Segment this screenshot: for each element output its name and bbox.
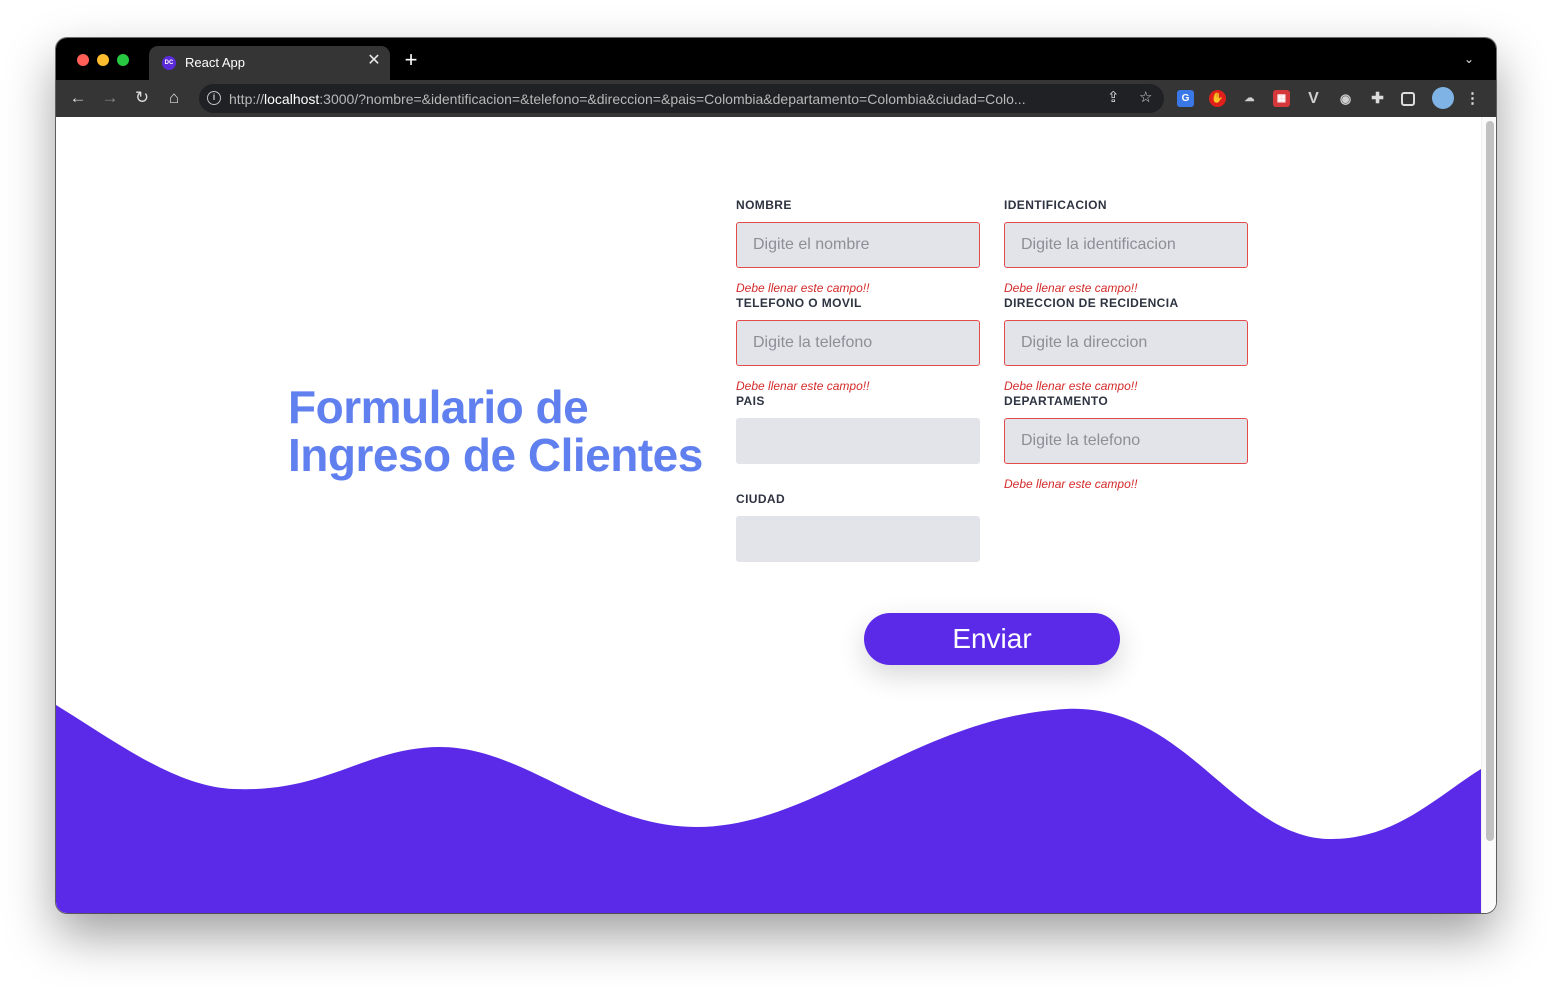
close-window-button[interactable] xyxy=(77,54,89,66)
tab-title: React App xyxy=(185,55,245,70)
menu-kebab-icon[interactable]: ⋮ xyxy=(1464,90,1481,107)
submit-button[interactable]: Enviar xyxy=(864,613,1120,665)
vue-devtools-extension-icon[interactable]: V xyxy=(1305,90,1322,107)
tab-search-chevron-icon[interactable]: ⌄ xyxy=(1464,52,1474,66)
page-title-line-1: Formulario de xyxy=(288,381,589,433)
minimize-window-button[interactable] xyxy=(97,54,109,66)
field-identificacion: IDENTIFICACION Digite la identificacion … xyxy=(1004,197,1248,295)
identificacion-input[interactable]: Digite la identificacion xyxy=(1004,222,1248,268)
close-tab-icon[interactable]: ✕ xyxy=(365,51,383,71)
bookmark-star-icon[interactable]: ☆ xyxy=(1139,89,1152,107)
grid-extension-icon[interactable]: ▦ xyxy=(1273,90,1290,107)
browser-tab[interactable]: DC React App ✕ xyxy=(149,46,390,80)
page-title: Formulario de Ingreso de Clientes xyxy=(288,383,748,479)
field-ciudad: CIUDAD xyxy=(736,491,980,562)
departamento-input[interactable]: Digite la telefono xyxy=(1004,418,1248,464)
react-favicon-icon: DC xyxy=(162,56,176,70)
identificacion-error-message: Debe llenar este campo!! xyxy=(1004,281,1138,295)
address-bar[interactable]: i http://localhost:3000/?nombre=&identif… xyxy=(199,84,1164,113)
identificacion-label: IDENTIFICACION xyxy=(1004,198,1107,212)
ciudad-label: CIUDAD xyxy=(736,492,786,506)
profile-avatar[interactable] xyxy=(1432,87,1454,109)
home-icon[interactable]: ⌂ xyxy=(162,87,186,109)
departamento-error-message: Debe llenar este campo!! xyxy=(1004,477,1138,491)
pais-select[interactable] xyxy=(736,418,980,464)
new-tab-icon[interactable]: + xyxy=(399,49,423,71)
site-info-icon[interactable]: i xyxy=(207,91,221,105)
browser-window: DC React App ✕ + ⌄ ← → ↻ ⌂ i http://loca… xyxy=(56,38,1496,913)
page-title-line-2: Ingreso de Clientes xyxy=(288,429,703,481)
field-pais: PAIS xyxy=(736,393,980,464)
reload-icon[interactable]: ↻ xyxy=(130,87,154,109)
direccion-input[interactable]: Digite la direccion xyxy=(1004,320,1248,366)
nombre-label: NOMBRE xyxy=(736,198,792,212)
direccion-error-message: Debe llenar este campo!! xyxy=(1004,379,1138,393)
side-panel-icon[interactable] xyxy=(1401,92,1415,106)
maximize-window-button[interactable] xyxy=(117,54,129,66)
google-translate-extension-icon[interactable]: G xyxy=(1177,90,1194,107)
cloud-extension-icon[interactable]: ☁ xyxy=(1241,90,1258,107)
tab-bar: DC React App ✕ + ⌄ xyxy=(56,38,1496,80)
scrollbar-thumb[interactable] xyxy=(1486,121,1494,841)
telefono-label: TELEFONO O MOVIL xyxy=(736,296,862,310)
browser-toolbar: ← → ↻ ⌂ i http://localhost:3000/?nombre=… xyxy=(56,80,1496,117)
direccion-label: DIRECCION DE RECIDENCIA xyxy=(1004,296,1179,310)
telefono-input[interactable]: Digite la telefono xyxy=(736,320,980,366)
field-nombre: NOMBRE Digite el nombre Debe llenar este… xyxy=(736,197,980,295)
field-departamento: DEPARTAMENTO Digite la telefono Debe lle… xyxy=(1004,393,1248,491)
adblock-extension-icon[interactable]: ✋ xyxy=(1209,90,1226,107)
page-content: Formulario de Ingreso de Clientes NOMBRE… xyxy=(56,117,1496,913)
share-icon[interactable]: ⇪ xyxy=(1107,89,1120,107)
field-telefono: TELEFONO O MOVIL Digite la telefono Debe… xyxy=(736,295,980,393)
url-text[interactable]: http://localhost:3000/?nombre=&identific… xyxy=(229,91,1089,107)
camera-extension-icon[interactable]: ◉ xyxy=(1337,90,1354,107)
telefono-error-message: Debe llenar este campo!! xyxy=(736,379,870,393)
ciudad-select[interactable] xyxy=(736,516,980,562)
extensions-puzzle-icon[interactable]: ✚ xyxy=(1369,90,1386,107)
forward-arrow-icon[interactable]: → xyxy=(98,87,122,109)
scrollbar[interactable] xyxy=(1481,117,1496,913)
nombre-input[interactable]: Digite el nombre xyxy=(736,222,980,268)
departamento-label: DEPARTAMENTO xyxy=(1004,394,1109,408)
nombre-error-message: Debe llenar este campo!! xyxy=(736,281,870,295)
pais-label: PAIS xyxy=(736,394,765,408)
field-direccion: DIRECCION DE RECIDENCIA Digite la direcc… xyxy=(1004,295,1248,393)
back-arrow-icon[interactable]: ← xyxy=(66,87,90,109)
